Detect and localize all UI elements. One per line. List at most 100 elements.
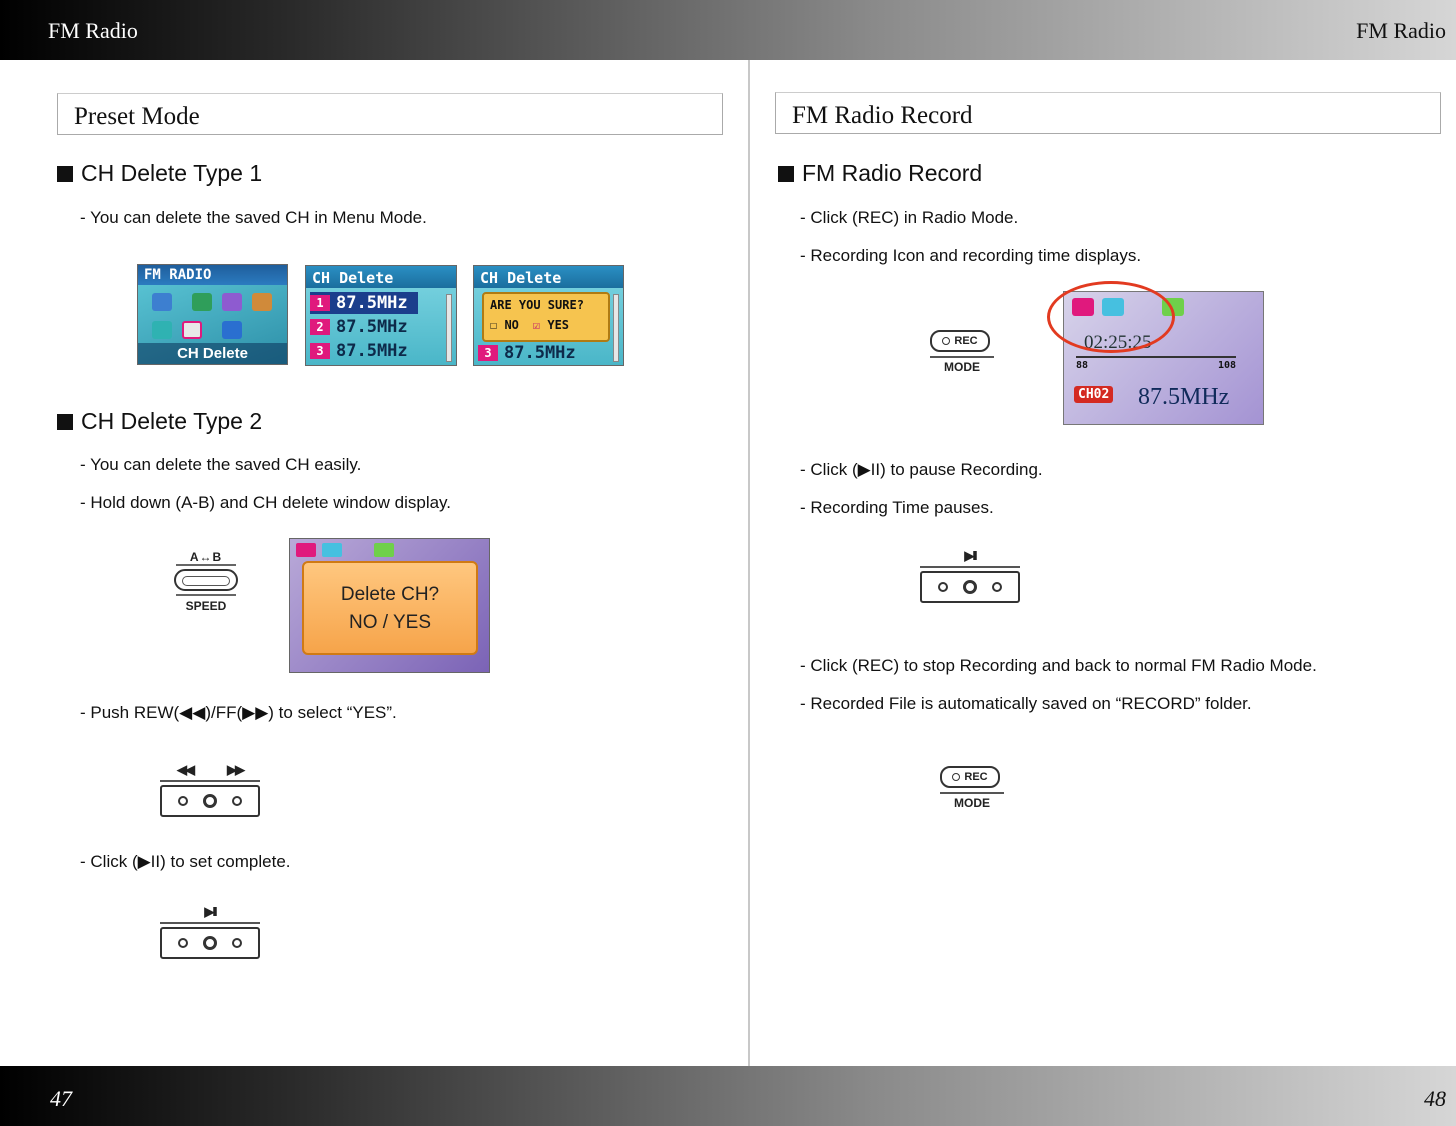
rocker-body <box>920 571 1020 603</box>
instruction-line: - Click (▶II) to set complete. <box>80 852 291 871</box>
channel-frequency: 87.5MHz <box>336 341 408 361</box>
highlight-ring <box>1047 281 1175 353</box>
option-no-label: NO <box>504 318 519 332</box>
heading-text: FM Radio Record <box>802 160 983 186</box>
bullet-square-icon <box>778 165 794 182</box>
ch-delete-confirm-screen: CH Delete ARE YOU SURE? ☐ NO ☑ YES 3 87.… <box>473 265 624 366</box>
channel-row: 3 87.5MHz <box>478 342 576 364</box>
channel-row: 1 87.5MHz <box>310 292 418 314</box>
rec-mode-button: REC MODE <box>930 330 994 374</box>
instruction-line: - Click (REC) in Radio Mode. <box>800 208 1019 227</box>
rocker-labels: ▶II <box>920 548 1020 564</box>
play-pause-button: ▶II <box>160 904 260 959</box>
fast-forward-icon: ▶▶ <box>227 762 245 777</box>
scrollbar <box>613 294 619 362</box>
wave-icon <box>222 293 242 311</box>
channel-badge: CH02 <box>1074 386 1114 403</box>
page-number-right: 48 <box>1424 1086 1446 1111</box>
tv-icon <box>322 543 342 557</box>
section-title-preset-mode: Preset Mode <box>57 93 723 135</box>
instruction-line: - Hold down (A-B) and CH delete window d… <box>80 493 452 512</box>
instruction-line: - You can delete the saved CH in Menu Mo… <box>80 208 427 227</box>
rec-label: REC <box>964 771 988 783</box>
rec-mode-button: REC MODE <box>940 766 1004 810</box>
grid-icon <box>192 293 212 311</box>
instruction-line: - Recording Icon and recording time disp… <box>800 246 1142 265</box>
button-rule <box>160 780 260 782</box>
channel-number: 1 <box>310 295 330 311</box>
button-rule <box>930 356 994 358</box>
channel-row: 2 87.5MHz <box>310 316 408 338</box>
channel-frequency: 87.5MHz <box>504 343 576 363</box>
exit-icon <box>222 321 242 339</box>
confirm-dialog: ARE YOU SURE? ☐ NO ☑ YES <box>482 292 610 342</box>
bullet-square-icon <box>57 413 73 430</box>
confirm-question: ARE YOU SURE? <box>490 298 584 312</box>
speed-label: SPEED <box>185 599 227 613</box>
heading-ch-delete-type-2: CH Delete Type 2 <box>57 408 262 435</box>
button-rule <box>176 564 236 566</box>
ch-delete-list-screen: CH Delete 1 87.5MHz 2 87.5MHz 3 87.5MHz <box>305 265 457 366</box>
status-icons <box>296 543 416 557</box>
rocker-body <box>160 785 260 817</box>
scrollbar <box>446 294 452 362</box>
instruction-line: - Click (▶II) to pause Recording. <box>800 460 1043 479</box>
scale-max: 108 <box>1217 360 1236 371</box>
dialog-options: NO / YES <box>348 612 431 633</box>
delete-ch-window: Delete CH? NO / YES <box>289 538 490 673</box>
mode-label: MODE <box>954 796 990 810</box>
header-right-title: FM Radio <box>1356 18 1446 43</box>
instruction-line: - Recording Time pauses. <box>800 498 994 517</box>
channel-row: 3 87.5MHz <box>310 340 408 362</box>
rocker-body <box>160 927 260 959</box>
fm-radio-menu-screen: FM RADIO CH Delete <box>137 264 288 365</box>
button-rule <box>160 922 260 924</box>
page-divider <box>748 60 750 1066</box>
instruction-line: - Click (REC) to stop Recording and back… <box>800 656 1317 675</box>
frequency-scale: 88 108 <box>1076 356 1236 371</box>
button-rule <box>176 594 236 596</box>
play-pause-icon: ▶II <box>204 904 217 919</box>
scale-min: 88 <box>1076 360 1089 371</box>
instruction-line: - Push REW(◀◀)/FF(▶▶) to select “YES”. <box>80 703 397 722</box>
channel-frequency: 87.5MHz <box>336 317 408 337</box>
folder-icon <box>252 293 272 311</box>
ch-icon <box>374 543 394 557</box>
header-bar: FM Radio FM Radio <box>0 0 1456 60</box>
footer-bar: 47 48 <box>0 1066 1456 1126</box>
ab-speed-button: A↔B SPEED <box>170 550 242 613</box>
play-pause-icon: ▶II <box>964 548 977 563</box>
menu-title: FM RADIO <box>138 265 287 285</box>
button-rule <box>920 566 1020 568</box>
button-pill <box>174 569 238 591</box>
radio-icon <box>152 293 172 311</box>
option-yes-label: YES <box>547 318 570 332</box>
screen-title: CH Delete <box>306 266 456 288</box>
play-pause-button: ▶II <box>920 548 1020 603</box>
rewind-icon: ◀◀ <box>177 762 195 777</box>
rec-label: REC <box>954 335 978 347</box>
channel-frequency: 87.5MHz <box>336 293 408 313</box>
delete-icon <box>182 321 202 339</box>
header-left-title: FM Radio <box>48 18 138 43</box>
rec-cap: REC <box>930 330 990 352</box>
heading-text: CH Delete Type 2 <box>81 408 263 434</box>
option-yes: ☑ YES <box>532 318 570 332</box>
heading-text: CH Delete Type 1 <box>81 160 263 186</box>
page-number-left: 47 <box>50 1086 72 1111</box>
ab-label: A↔B <box>189 550 223 564</box>
screen-title: CH Delete <box>474 266 623 288</box>
delete-ch-dialog: Delete CH? NO / YES <box>302 561 478 655</box>
heading-fm-radio-record: FM Radio Record <box>778 160 982 187</box>
rocker-labels: ◀◀ ▶▶ <box>160 762 260 778</box>
ch-icon <box>152 321 172 339</box>
instruction-line: - Recorded File is automatically saved o… <box>800 694 1252 713</box>
dialog-question: Delete CH? <box>340 584 440 605</box>
channel-number: 3 <box>478 345 498 361</box>
rocker-labels: ▶II <box>160 904 260 920</box>
option-no: ☐ NO <box>490 318 519 332</box>
rec-cap: REC <box>940 766 1000 788</box>
frequency-readout: 87.5MHz <box>1138 384 1230 410</box>
section-title-fm-radio-record: FM Radio Record <box>775 92 1441 134</box>
record-icon <box>296 543 316 557</box>
